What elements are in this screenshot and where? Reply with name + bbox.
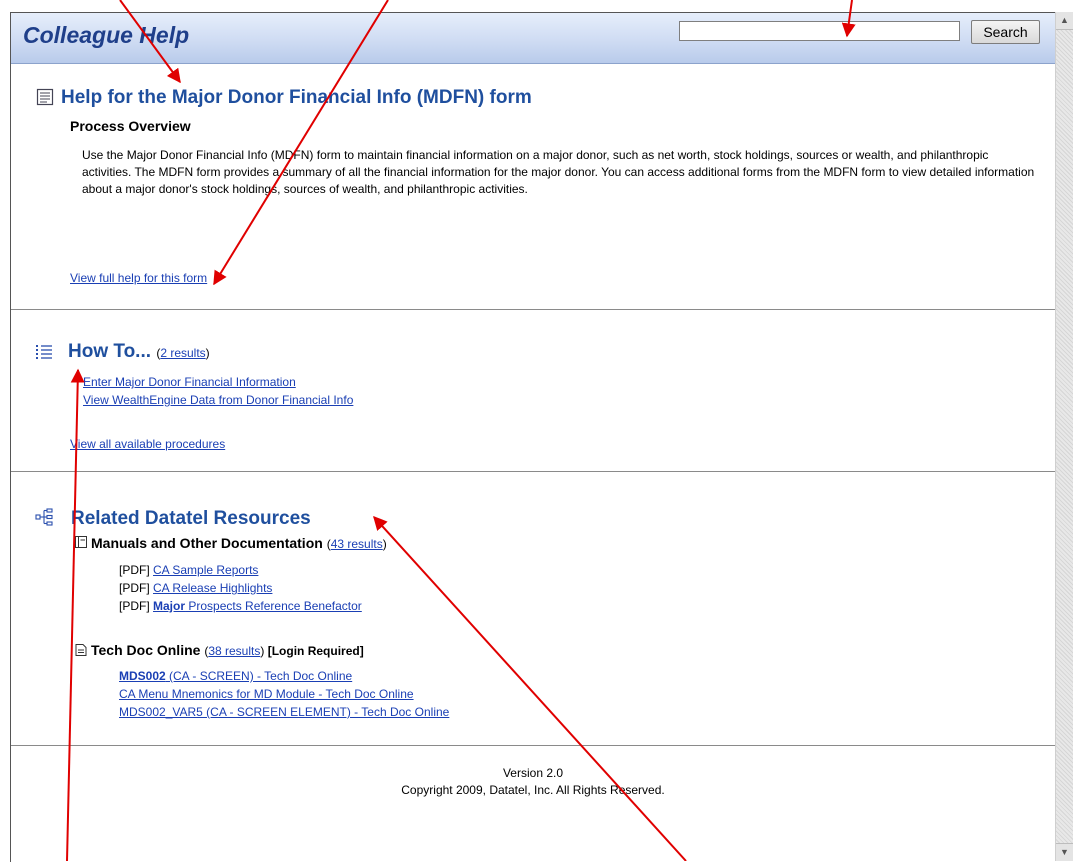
footer-divider (11, 745, 1055, 746)
manuals-heading: Manuals and Other Documentation (91, 535, 323, 551)
manuals-results-link[interactable]: 43 results (331, 537, 383, 551)
manual-item: [PDF] Major Prospects Reference Benefact… (119, 599, 362, 613)
how-to-item[interactable]: View WealthEngine Data from Donor Financ… (83, 393, 353, 407)
view-full-help-link[interactable]: View full help for this form (70, 271, 207, 285)
techdoc-results-link[interactable]: 38 results (208, 644, 260, 658)
login-required-note: [Login Required] (267, 644, 364, 658)
how-to-item[interactable]: Enter Major Donor Financial Information (83, 375, 296, 389)
help-window: Colleague Help Search Help for the Major… (10, 12, 1055, 862)
search-button[interactable]: Search (971, 20, 1040, 44)
view-all-procedures-link[interactable]: View all available procedures (70, 437, 225, 451)
vertical-scrollbar[interactable]: ▲ ▼ (1055, 12, 1073, 861)
manual-link[interactable]: Major Prospects Reference Benefactor (153, 599, 362, 613)
document-icon (36, 88, 54, 106)
scroll-up-arrow-icon[interactable]: ▲ (1056, 12, 1073, 30)
section-divider (11, 471, 1055, 472)
process-overview-text: Use the Major Donor Financial Info (MDFN… (82, 148, 1035, 196)
app-title: Colleague Help (23, 22, 190, 48)
header-bar: Colleague Help Search (11, 13, 1055, 64)
manual-item: [PDF] CA Sample Reports (119, 563, 259, 577)
process-overview-heading: Process Overview (70, 118, 191, 134)
form-help-title: Help for the Major Donor Financial Info … (61, 87, 532, 108)
book-icon (75, 536, 87, 548)
manual-item: [PDF] CA Release Highlights (119, 581, 273, 595)
techdoc-link[interactable]: MDS002_VAR5 (CA - SCREEN ELEMENT) - Tech… (119, 705, 449, 719)
footer-copyright: Copyright 2009, Datatel, Inc. All Rights… (401, 783, 665, 797)
manual-link[interactable]: CA Release Highlights (153, 581, 272, 595)
how-to-results-link[interactable]: 2 results (160, 346, 205, 360)
sitemap-icon (35, 508, 53, 526)
scroll-track[interactable] (1056, 30, 1073, 843)
manual-link[interactable]: CA Sample Reports (153, 563, 258, 577)
how-to-title: How To... (68, 341, 152, 362)
techdoc-heading: Tech Doc Online (91, 642, 201, 658)
list-icon (36, 345, 52, 359)
techdoc-link[interactable]: CA Menu Mnemonics for MD Module - Tech D… (119, 687, 414, 701)
techdoc-link[interactable]: MDS002 (CA - SCREEN) - Tech Doc Online (119, 669, 352, 683)
resources-title: Related Datatel Resources (71, 508, 311, 529)
scroll-down-arrow-icon[interactable]: ▼ (1056, 843, 1073, 861)
search-input[interactable] (679, 21, 960, 41)
footer-version: Version 2.0 (502, 766, 564, 780)
section-divider (11, 309, 1055, 310)
document-page-icon (75, 644, 87, 656)
